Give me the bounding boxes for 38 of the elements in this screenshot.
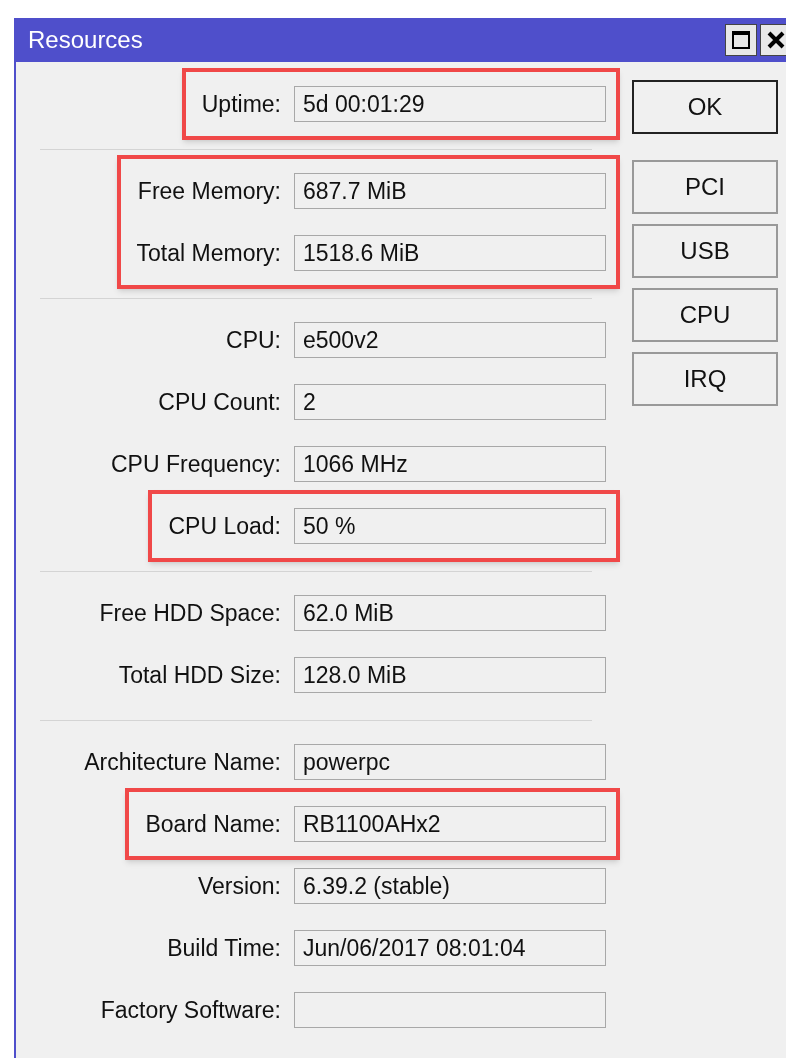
field-label: Factory Software: bbox=[100, 995, 281, 1025]
value-field[interactable]: 1066 MHz bbox=[294, 446, 606, 482]
dialog-button[interactable]: CPU bbox=[632, 288, 778, 342]
field-label: Board Name: bbox=[145, 809, 281, 839]
field-label: CPU: bbox=[226, 325, 281, 355]
value-field[interactable]: 1518.6 MiB bbox=[294, 235, 606, 271]
value-field[interactable] bbox=[294, 992, 606, 1028]
value-field[interactable]: 6.39.2 (stable) bbox=[294, 868, 606, 904]
field-label: Architecture Name: bbox=[84, 747, 281, 777]
value-field[interactable]: 2 bbox=[294, 384, 606, 420]
dialog-button[interactable]: IRQ bbox=[632, 352, 778, 406]
close-button[interactable] bbox=[760, 24, 786, 56]
maximize-button[interactable] bbox=[725, 24, 757, 56]
value-field[interactable]: 50 % bbox=[294, 508, 606, 544]
field-label: Total HDD Size: bbox=[118, 660, 281, 690]
field-label: Build Time: bbox=[167, 933, 281, 963]
dialog-button[interactable]: USB bbox=[632, 224, 778, 278]
value-field[interactable]: 5d 00:01:29 bbox=[294, 86, 606, 122]
field-label: Version: bbox=[197, 871, 281, 901]
field-label: Free HDD Space: bbox=[99, 598, 281, 628]
value-field[interactable]: RB1100AHx2 bbox=[294, 806, 606, 842]
dialog-button[interactable]: PCI bbox=[632, 160, 778, 214]
field-label: Uptime: bbox=[201, 89, 281, 119]
field-label: Total Memory: bbox=[136, 238, 281, 268]
field-label: CPU Count: bbox=[158, 387, 281, 417]
maximize-icon bbox=[731, 30, 751, 50]
value-field[interactable]: 687.7 MiB bbox=[294, 173, 606, 209]
value-field[interactable]: e500v2 bbox=[294, 322, 606, 358]
value-field[interactable]: powerpc bbox=[294, 744, 606, 780]
field-label: CPU Load: bbox=[168, 511, 281, 541]
value-field[interactable]: 128.0 MiB bbox=[294, 657, 606, 693]
close-icon bbox=[767, 31, 785, 49]
window-title: Resources bbox=[28, 25, 143, 55]
field-label: CPU Frequency: bbox=[111, 449, 281, 479]
field-label: Free Memory: bbox=[137, 176, 281, 206]
value-field[interactable]: Jun/06/2017 08:01:04 bbox=[294, 930, 606, 966]
dialog-button[interactable]: OK bbox=[632, 80, 778, 134]
value-field[interactable]: 62.0 MiB bbox=[294, 595, 606, 631]
